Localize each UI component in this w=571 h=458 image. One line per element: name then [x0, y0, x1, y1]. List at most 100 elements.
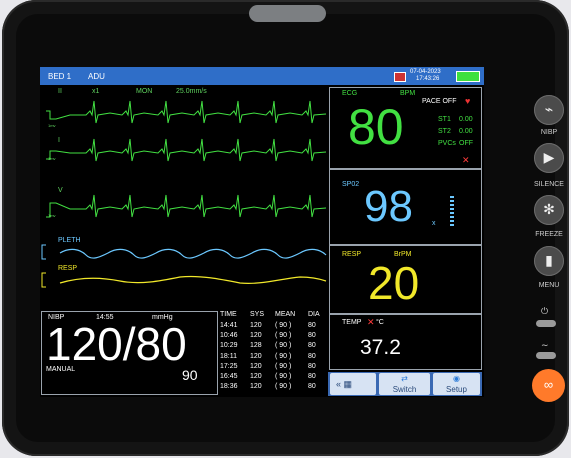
- trend-cell: ( 90 ): [275, 383, 292, 391]
- temp-parameter-panel[interactable]: TEMP ✕ °C 37.2: [329, 314, 482, 370]
- trend-cell: 80: [308, 342, 316, 350]
- pvcs-label: PVCs: [438, 140, 456, 147]
- switch-icon: ⇄: [401, 374, 408, 383]
- pleth-label[interactable]: PLETH: [58, 237, 81, 244]
- nibp-hard-button[interactable]: ⌁: [534, 95, 564, 125]
- ecg1-lead[interactable]: II: [58, 88, 62, 95]
- pleth-bracket: [41, 244, 46, 260]
- spo2-parameter-panel[interactable]: SP02 98 x: [329, 169, 482, 245]
- trend-cell: 80: [308, 373, 316, 380]
- setup-label: Setup: [446, 385, 467, 394]
- temp-value: 37.2: [360, 336, 401, 359]
- nibp-mode: MANUAL: [46, 366, 76, 373]
- resp-wave: [59, 275, 327, 284]
- softkey-bar: « ▦ ⇄ Switch ◉ Setup: [328, 372, 482, 396]
- trend-cell: ( 90 ): [275, 373, 292, 380]
- st2-value: 0.00: [459, 128, 473, 135]
- resp-parameter-panel[interactable]: RESP BrPM 20: [329, 245, 482, 314]
- pace-status: PACE OFF: [422, 98, 457, 105]
- trend-cell: 10:29: [220, 342, 238, 350]
- trend-cell: 17:25: [220, 362, 238, 370]
- trend-header-dia: DIA: [308, 311, 320, 318]
- trend-cell: ( 90 ): [275, 332, 292, 340]
- ecg1-gain[interactable]: x1: [92, 88, 99, 95]
- ecg-wave-v: [46, 194, 327, 218]
- resp-wave-label[interactable]: RESP: [58, 265, 77, 272]
- spo2-label: SP02: [342, 181, 360, 188]
- ecg1-mode[interactable]: MON: [136, 88, 152, 95]
- trend-cell: 80: [308, 322, 316, 329]
- battery-icon: [456, 71, 480, 82]
- silence-button-label: SILENCE: [534, 181, 564, 188]
- date: 07-04-2023: [410, 69, 441, 75]
- ecg1-speed[interactable]: 25.0mm/s: [176, 88, 207, 95]
- trend-cell: 120: [250, 322, 262, 329]
- temp-alarm-off-icon: ✕: [367, 317, 375, 327]
- st1-label: ST1: [438, 116, 451, 123]
- ecg3-lead[interactable]: V: [58, 187, 63, 194]
- cuff-icon: ⌁: [544, 101, 554, 117]
- trend-cell: 10:46: [220, 332, 238, 340]
- ecg2-lead[interactable]: I: [58, 137, 60, 144]
- ecg-label: ECG: [342, 90, 358, 97]
- temp-unit: °C: [376, 319, 384, 326]
- trend-cell: 80: [308, 383, 316, 391]
- nibp-mean: 90: [182, 367, 198, 383]
- trend-cell: 120: [250, 362, 262, 370]
- pvcs-value: OFF: [459, 140, 473, 147]
- alarm-off-icon: ✕: [462, 155, 470, 165]
- ecg-unit: BPM: [400, 90, 416, 97]
- power-icon: ⏻: [541, 306, 549, 316]
- trend-header-sys: SYS: [250, 311, 265, 318]
- layout-button[interactable]: « ▦: [330, 373, 376, 395]
- st2-label: ST2: [438, 128, 451, 135]
- pleth-wave: [59, 248, 327, 259]
- trend-cell: 18:36: [220, 383, 238, 391]
- ecg-wave-ii: [46, 100, 327, 124]
- ecg2-cal: 1mv: [48, 156, 56, 161]
- spo2-value: 98: [364, 182, 413, 231]
- ecg1-cal: 1mv: [48, 123, 56, 128]
- ecg-wave-i: [46, 138, 327, 162]
- menu-icon: ▮: [545, 252, 553, 268]
- trend-cell: ( 90 ): [275, 342, 292, 350]
- ecg3-cal: 1mv: [48, 213, 56, 218]
- perfusion-bar: [450, 196, 454, 226]
- menu-hard-button[interactable]: ▮: [534, 246, 564, 276]
- trend-cell: 120: [250, 352, 262, 360]
- trend-header-time: TIME: [220, 311, 237, 318]
- monitor-screen: BED 1 ADU 07-04-2023 17:43:26 II x1 MON …: [40, 67, 484, 397]
- waveform-area: [41, 100, 327, 288]
- resp-bracket: [41, 272, 46, 288]
- trend-cell: 14:41: [220, 322, 238, 329]
- freeze-hard-button[interactable]: ✻: [534, 195, 564, 225]
- switch-label: Switch: [392, 385, 417, 394]
- time: 17:43:26: [416, 76, 440, 82]
- trend-cell: ( 90 ): [275, 322, 292, 329]
- nibp-button-label: NIBP: [540, 129, 558, 136]
- nibp-value: 120/80: [46, 318, 187, 370]
- switch-button[interactable]: ⇄ Switch: [379, 373, 430, 395]
- temp-label: TEMP: [342, 319, 362, 326]
- ecg-parameter-panel[interactable]: ECG BPM PACE OFF ♥ 80 ST1 0.00 ST2 0.00 …: [329, 87, 482, 169]
- silence-hard-button[interactable]: ▶: [534, 143, 564, 173]
- resp-label: RESP: [342, 251, 362, 258]
- trend-cell: 80: [308, 362, 316, 370]
- power-indicator: [536, 320, 556, 327]
- setup-button[interactable]: ◉ Setup: [433, 373, 480, 395]
- menu-button-label: MENU: [538, 282, 560, 289]
- trend-cell: 18:11: [220, 352, 237, 360]
- trend-cell: 128: [250, 342, 262, 350]
- nibp-parameter-panel[interactable]: NIBP 14:55 mmHg 120/80 MANUAL 90: [41, 311, 218, 395]
- alarm-hard-button[interactable]: ∞: [532, 369, 565, 402]
- carry-handle: [249, 5, 326, 22]
- freeze-button-label: FREEZE: [535, 231, 563, 238]
- layout-icon: « ▦: [336, 379, 353, 389]
- resp-rate-value: 20: [368, 257, 420, 309]
- trend-cell: 80: [308, 352, 316, 360]
- trend-cell: ( 90 ): [275, 362, 292, 370]
- st1-value: 0.00: [459, 116, 473, 123]
- ac-indicator: [536, 352, 556, 359]
- trend-cell: ( 90 ): [275, 352, 292, 360]
- trend-cell: 16:45: [220, 373, 238, 380]
